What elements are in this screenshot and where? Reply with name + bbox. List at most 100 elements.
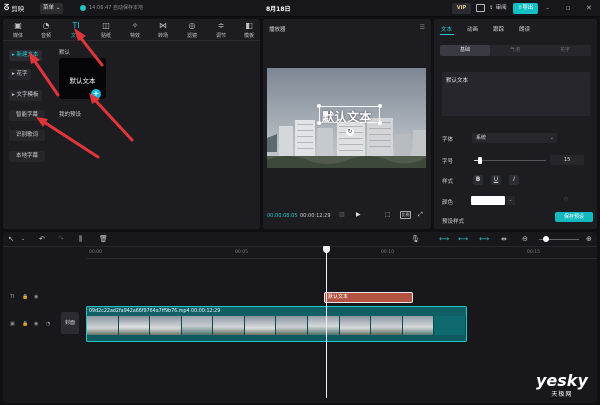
- split-icon[interactable]: ⫼: [79, 235, 82, 244]
- keyframe-icon[interactable]: ◇: [564, 196, 568, 202]
- underline-button[interactable]: U: [491, 175, 501, 185]
- playhead-handle[interactable]: [323, 246, 330, 253]
- size-slider-thumb[interactable]: [477, 157, 482, 164]
- export-label: 导出: [522, 5, 534, 11]
- tab-text-label: 文本: [70, 33, 81, 39]
- lock-icon[interactable]: 🔒: [22, 321, 28, 327]
- review-button[interactable]: ⇪ 审阅: [489, 3, 511, 14]
- tick-label: 00:10: [381, 250, 394, 255]
- size-slider[interactable]: [474, 160, 546, 161]
- delete-icon[interactable]: 🗑: [99, 235, 108, 244]
- tab-prop-tracking[interactable]: 跟踪: [493, 25, 504, 33]
- maximize-icon[interactable]: ▫: [566, 3, 571, 13]
- italic-button[interactable]: I: [509, 175, 519, 185]
- size-input[interactable]: 15: [550, 155, 584, 165]
- tab-filter[interactable]: ◎ 滤镜: [179, 21, 205, 41]
- cover-button[interactable]: 封面: [61, 312, 79, 334]
- filter-icon: ◎: [188, 21, 196, 30]
- resize-handle[interactable]: [378, 121, 382, 125]
- crop-icon[interactable]: ⬚: [385, 211, 391, 218]
- active-tab-indicator: [440, 34, 454, 35]
- tab-media[interactable]: ▣ 媒体: [5, 21, 31, 41]
- clip-thumbnail: [402, 316, 435, 336]
- subtab-basic[interactable]: 基础: [440, 45, 490, 56]
- microphone-icon[interactable]: 🎙: [411, 235, 420, 244]
- tab-audio[interactable]: ◔ 音频: [33, 21, 59, 41]
- default-text-card-label: 默认文本: [69, 77, 96, 85]
- fullscreen-icon[interactable]: ⤢: [418, 211, 423, 219]
- playhead[interactable]: [326, 248, 327, 398]
- align-icon[interactable]: ⇹: [501, 235, 507, 244]
- select-cursor-icon[interactable]: ↖: [8, 235, 14, 244]
- tab-sticker[interactable]: ◫ 贴纸: [93, 21, 119, 41]
- magnet-icon[interactable]: ⟷: [458, 235, 468, 244]
- zoom-in-icon[interactable]: ⊕: [586, 235, 592, 244]
- time-ruler[interactable]: 00:00 00:05 00:10 00:15: [87, 249, 597, 259]
- color-swatch[interactable]: [471, 196, 505, 205]
- save-status: 14:06:47 自动保存本地: [80, 4, 143, 11]
- watermark-main: yesky: [536, 371, 588, 390]
- tab-transition-label: 转场: [157, 33, 168, 39]
- sidebar-item-text-template[interactable]: ▸ 文字模板: [9, 90, 42, 101]
- undo-icon[interactable]: ↶: [39, 235, 45, 244]
- resize-handle[interactable]: [317, 104, 321, 108]
- clip-thumbnail: [276, 316, 309, 336]
- tab-template[interactable]: ◧ 模板: [236, 21, 262, 41]
- tab-template-label: 模板: [243, 33, 254, 39]
- video-preview[interactable]: 默认文本 ↻: [267, 68, 426, 168]
- ratio-button[interactable]: 比例: [400, 211, 411, 219]
- text-clip[interactable]: 默认文本: [324, 292, 413, 303]
- style-label: 样式: [442, 179, 454, 185]
- redo-icon[interactable]: ↷: [58, 235, 64, 244]
- overlay-text[interactable]: 默认文本: [322, 108, 372, 125]
- zoom-slider-thumb[interactable]: [543, 236, 549, 242]
- sidebar-item-smart-captions[interactable]: 智能字幕: [9, 110, 45, 121]
- resize-handle[interactable]: [317, 121, 321, 125]
- video-clip[interactable]: 09d2c22ad2fa942a66f9764a7ff9b76.mp4 00:0…: [86, 306, 467, 342]
- play-icon[interactable]: ▶: [356, 211, 361, 218]
- adjust-icon: ≑: [217, 21, 225, 30]
- tab-adjust[interactable]: ≑ 调节: [208, 21, 234, 41]
- tab-transition[interactable]: ⋈ 转场: [150, 21, 176, 41]
- bold-button[interactable]: B: [473, 175, 483, 185]
- lock-icon[interactable]: 🔒: [22, 294, 28, 300]
- export-button[interactable]: ⇧导出: [513, 3, 538, 14]
- tab-filter-label: 滤镜: [186, 33, 197, 39]
- eye-icon[interactable]: ◉: [34, 321, 38, 327]
- menu-button[interactable]: 菜单 ⌄: [40, 3, 64, 14]
- text-track-icon: TI: [10, 294, 15, 300]
- subtab-bubble[interactable]: 气泡: [490, 45, 540, 56]
- vip-badge[interactable]: VIP: [452, 3, 471, 14]
- review-icon: ⇪: [489, 5, 494, 11]
- hamburger-menu-icon[interactable]: ☰: [420, 24, 425, 31]
- tab-prop-read-aloud[interactable]: 朗读: [519, 25, 530, 33]
- waveform-icon[interactable]: ▥: [339, 211, 345, 218]
- font-select[interactable]: 系统 ⌄: [472, 133, 557, 143]
- layout-icon[interactable]: [476, 4, 485, 12]
- tab-prop-animation[interactable]: 动画: [467, 25, 478, 33]
- resize-handle[interactable]: [378, 104, 382, 108]
- sidebar-item-new-text[interactable]: ▸ 新建文本: [9, 50, 42, 61]
- subtab-fancy[interactable]: 花字: [540, 45, 590, 56]
- tab-text[interactable]: TI 文本: [63, 21, 89, 41]
- eye-icon[interactable]: ◉: [34, 294, 38, 300]
- review-label: 审阅: [495, 5, 507, 11]
- sidebar-item-fancy-text[interactable]: ▸ 花字: [9, 69, 31, 80]
- sidebar-item-local-captions[interactable]: 本地字幕: [9, 151, 45, 162]
- close-icon[interactable]: ✕: [586, 3, 592, 13]
- minimize-icon[interactable]: –: [546, 3, 550, 13]
- chevron-down-icon[interactable]: ⌄: [506, 196, 515, 205]
- zoom-out-icon[interactable]: ⊖: [522, 235, 528, 244]
- preview-axis-icon[interactable]: ⟷: [479, 235, 489, 244]
- audio-track-icon[interactable]: ◔: [46, 321, 50, 327]
- title-bar: ᘔ 剪映 菜单 ⌄ 14:06:47 自动保存本地 8月18日 VIP ⇪ 审阅 …: [0, 0, 600, 17]
- save-preset-button[interactable]: 保存预设: [555, 212, 593, 222]
- add-text-button[interactable]: +: [91, 89, 101, 99]
- tab-effects[interactable]: ✧ 特效: [122, 21, 148, 41]
- tab-prop-text[interactable]: 文本: [441, 25, 452, 33]
- text-content-input[interactable]: 默认文本: [442, 72, 590, 116]
- link-track-icon[interactable]: ⟷: [439, 235, 449, 244]
- sidebar-item-lyrics[interactable]: 识别歌词: [9, 130, 45, 141]
- chevron-down-icon[interactable]: ⌄: [21, 235, 25, 244]
- rotate-icon[interactable]: ↻: [346, 128, 354, 136]
